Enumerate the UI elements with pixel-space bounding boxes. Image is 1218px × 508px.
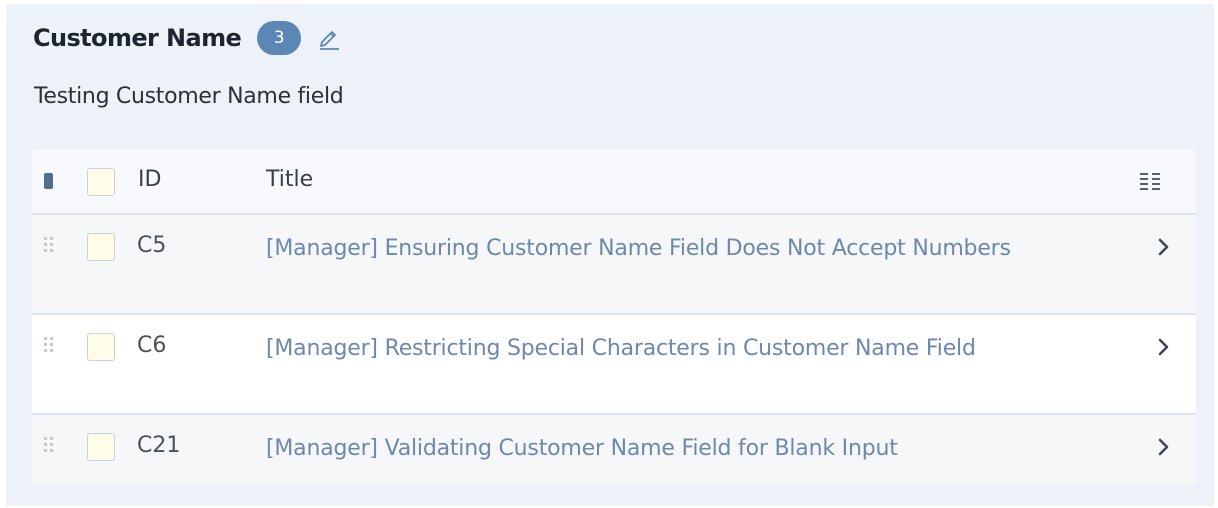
column-settings-button[interactable] — [1138, 171, 1164, 193]
chevron-right-icon[interactable] — [1156, 237, 1172, 259]
case-title-link[interactable]: [Manager] Validating Customer Name Field… — [266, 433, 1026, 465]
case-id: C21 — [137, 433, 181, 458]
table-header: ID Title — [32, 149, 1196, 215]
column-marker — [44, 173, 53, 189]
test-cases-table: ID Title C5 [Manager] Ensuring Customer … — [32, 149, 1196, 485]
chevron-right-icon[interactable] — [1156, 337, 1172, 359]
row-checkbox[interactable] — [87, 233, 115, 261]
drag-handle-icon[interactable] — [42, 435, 56, 455]
row-checkbox[interactable] — [87, 433, 115, 461]
select-all-checkbox[interactable] — [87, 168, 115, 196]
section-header: Customer Name 3 — [33, 18, 342, 58]
case-count-badge: 3 — [257, 21, 302, 55]
column-settings-icon — [1140, 173, 1160, 190]
row-checkbox[interactable] — [87, 333, 115, 361]
chevron-right-icon[interactable] — [1156, 437, 1172, 459]
drag-handle-icon[interactable] — [42, 235, 56, 255]
table-row[interactable]: C21 [Manager] Validating Customer Name F… — [32, 415, 1196, 485]
case-id: C6 — [137, 333, 167, 358]
case-title-link[interactable]: [Manager] Restricting Special Characters… — [266, 333, 1026, 365]
case-title-link[interactable]: [Manager] Ensuring Customer Name Field D… — [266, 233, 1026, 265]
pencil-icon — [320, 31, 340, 50]
case-id: C5 — [137, 233, 167, 258]
table-row[interactable]: C5 [Manager] Ensuring Customer Name Fiel… — [32, 215, 1196, 315]
section-customer-name: Customer Name 3 Testing Customer Name fi… — [6, 4, 1214, 506]
section-description: Testing Customer Name field — [34, 84, 344, 109]
column-header-title[interactable]: Title — [266, 167, 313, 192]
edit-section-button[interactable] — [316, 24, 342, 52]
column-header-id[interactable]: ID — [138, 167, 161, 192]
section-title: Customer Name — [33, 24, 242, 52]
table-row[interactable]: C6 [Manager] Restricting Special Charact… — [32, 315, 1196, 415]
drag-handle-icon[interactable] — [42, 335, 56, 355]
